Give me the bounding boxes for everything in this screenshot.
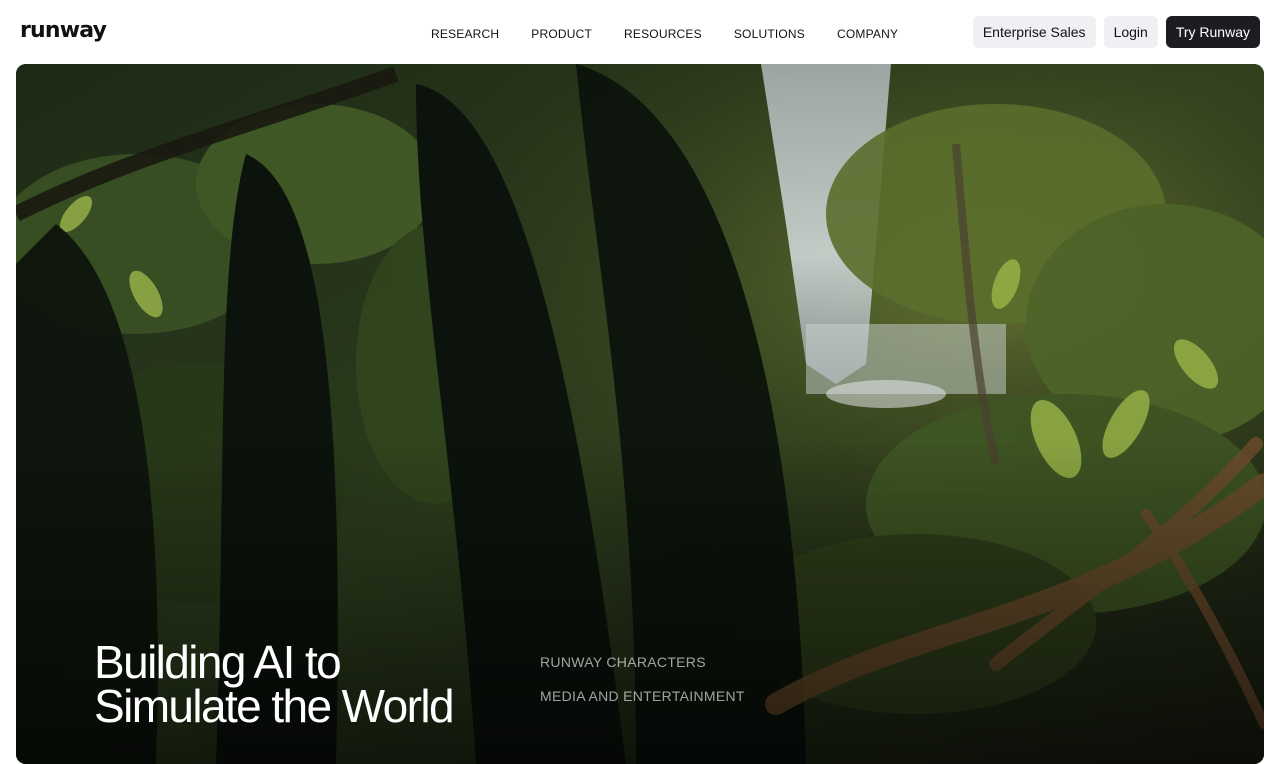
hero-headline: Building AI to Simulate the World [94, 639, 534, 729]
runway-logo[interactable]: runway [20, 16, 107, 46]
hero-links: RUNWAY CHARACTERS MEDIA AND ENTERTAINMEN… [540, 652, 745, 720]
nav-research[interactable]: RESEARCH [431, 24, 499, 44]
nav-product[interactable]: PRODUCT [531, 24, 592, 44]
runway-characters-link[interactable]: RUNWAY CHARACTERS [540, 652, 745, 672]
nav-resources[interactable]: RESOURCES [624, 24, 702, 44]
try-runway-button[interactable]: Try Runway [1165, 16, 1260, 48]
main-nav: RESEARCH PRODUCT RESOURCES SOLUTIONS COM… [431, 24, 898, 44]
enterprise-sales-button[interactable]: Enterprise Sales [972, 16, 1096, 48]
media-and-entertainment-link[interactable]: MEDIA AND ENTERTAINMENT [540, 686, 745, 706]
hero-headline-line-2: Simulate the World [94, 680, 455, 732]
top-navigation-bar: runway RESEARCH PRODUCT RESOURCES SOLUTI… [0, 0, 1280, 64]
nav-company[interactable]: COMPANY [837, 24, 898, 44]
login-button[interactable]: Login [1103, 16, 1158, 48]
hero-video-section: Building AI to Simulate the World RUNWAY… [16, 64, 1264, 764]
header-actions: Enterprise Sales Login Try Runway [972, 16, 1260, 48]
nav-solutions[interactable]: SOLUTIONS [734, 24, 805, 44]
